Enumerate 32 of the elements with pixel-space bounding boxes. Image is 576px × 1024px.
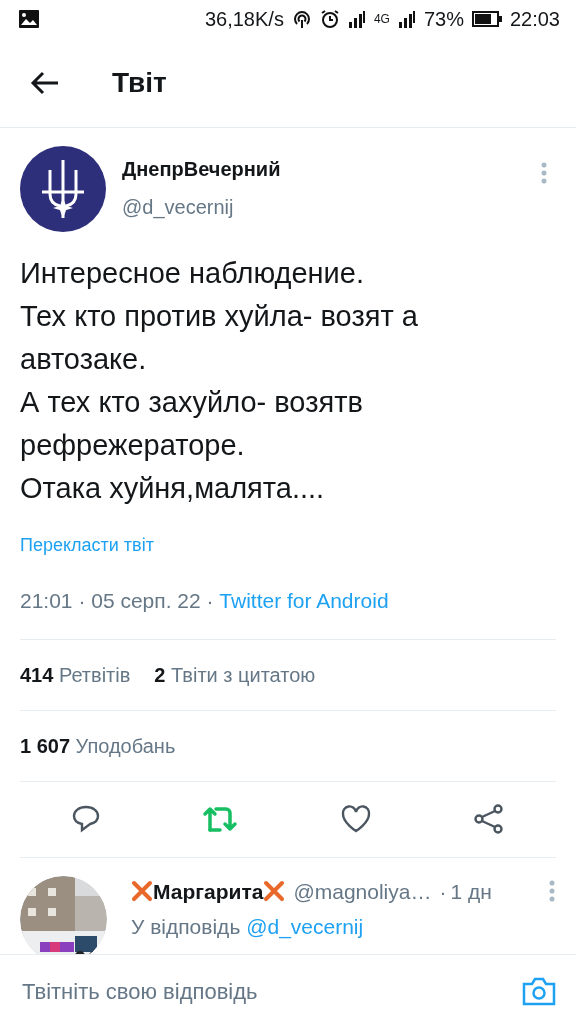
image-icon <box>18 9 40 29</box>
signal-icon <box>397 10 416 28</box>
likes-link[interactable]: 1 607 Уподобань <box>20 730 176 761</box>
camera-icon[interactable] <box>522 976 556 1006</box>
separator-dot: · <box>439 878 447 905</box>
reply-author-handle: @magnoliya… <box>293 878 432 905</box>
battery-percent: 73% <box>423 7 464 32</box>
tweet-meta: 21:01 · 05 серп. 22 · Twitter for Android <box>20 585 556 640</box>
stat-link[interactable]: 2 Твіти з цитатою <box>154 659 316 690</box>
author-handle: @d_vecernij <box>122 195 235 221</box>
replying-to-text: У відповідь @d_vecernij <box>131 914 365 941</box>
author-name: ДнепрВечерний <box>122 157 282 182</box>
stat-link[interactable]: 414 Ретвітів <box>20 659 131 690</box>
share-icon[interactable] <box>473 803 506 835</box>
cross-icon <box>131 880 153 903</box>
avatar-logo-icon <box>20 146 106 232</box>
reply-time: 1 дн <box>450 878 492 905</box>
network-speed: 36,18K/s <box>204 7 284 32</box>
reply-author-name: Маргарита <box>153 878 264 905</box>
reply-input-field[interactable]: Твітніть свою відповідь <box>20 973 500 1009</box>
hotspot-icon <box>291 9 312 29</box>
back-arrow-icon[interactable] <box>30 70 60 95</box>
page-title: Твіт <box>112 65 167 100</box>
clock-time: 22:03 <box>509 7 560 32</box>
battery-icon <box>471 11 502 27</box>
cross-icon <box>263 880 286 903</box>
signal-icon <box>347 10 366 28</box>
reply-icon[interactable] <box>70 804 101 834</box>
alarm-icon <box>319 9 340 29</box>
like-heart-icon[interactable] <box>339 804 372 834</box>
network-type: 4G <box>373 11 390 28</box>
tweet-text: Интересное наблюдение. Тех кто против хуйла- возят а автозаке. А тех кто захуйло- возятв рефрежераторе. Отака хуйня,малята.... <box>20 256 419 506</box>
